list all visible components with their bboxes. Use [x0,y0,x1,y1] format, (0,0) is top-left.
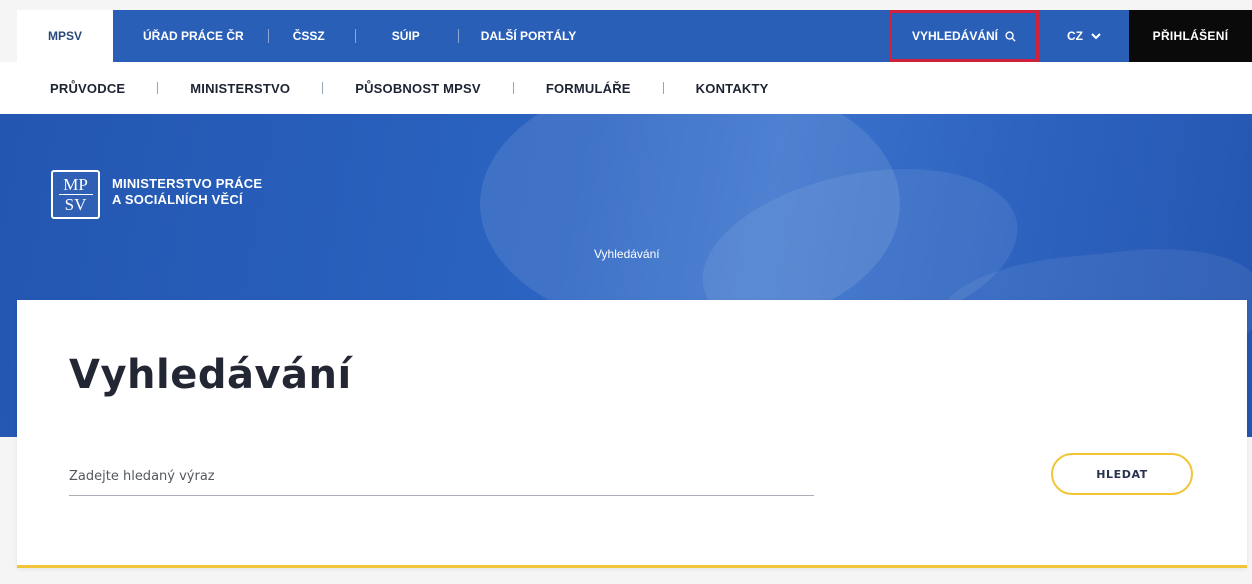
portal-cssz[interactable]: ČSSZ [269,10,355,62]
portal-urad-prace[interactable]: ÚŘAD PRÁCE ČR [113,10,268,62]
search-input[interactable] [69,458,814,496]
logo-mark: MP SV [51,170,100,219]
chevron-down-icon [1091,32,1101,39]
logo-text: MINISTERSTVO PRÁCE A SOCIÁLNÍCH VĚCÍ [112,176,262,208]
language-label: CZ [1067,29,1083,43]
portal-bar: MPSV ÚŘAD PRÁCE ČR ČSSZ SÚIP DALŠÍ PORTÁ… [17,10,1252,62]
topbar-right: VYHLEDÁVÁNÍ CZ PŘIHLÁŠENÍ [889,10,1252,62]
nav-item-ministerstvo[interactable]: MINISTERSTVO [190,81,290,96]
main-nav: PRŮVODCE MINISTERSTVO PŮSOBNOST MPSV FOR… [0,62,1252,114]
portal-mpsv[interactable]: MPSV [17,10,114,62]
portal-dalsi-portaly[interactable]: DALŠÍ PORTÁLY [459,10,577,62]
language-selector[interactable]: CZ [1039,10,1129,62]
nav-separator [322,82,324,94]
logo-mark-top: MP [63,175,88,194]
search-card: Vyhledávání HLEDAT [17,300,1247,568]
logo-line-2: A SOCIÁLNÍCH VĚCÍ [112,192,243,207]
login-button[interactable]: PŘIHLÁŠENÍ [1129,10,1252,62]
page-title: Vyhledávání [69,352,352,398]
search-icon [1005,30,1016,42]
search-toggle-button[interactable]: VYHLEDÁVÁNÍ [889,10,1039,62]
search-toggle-label: VYHLEDÁVÁNÍ [911,29,998,43]
mpsv-logo[interactable]: MP SV MINISTERSTVO PRÁCE A SOCIÁLNÍCH VĚ… [51,170,262,219]
nav-separator [157,82,159,94]
nav-separator [512,82,514,94]
logo-line-1: MINISTERSTVO PRÁCE [112,176,263,191]
nav-item-pusobnost-mpsv[interactable]: PŮSOBNOST MPSV [355,81,481,96]
nav-item-formulare[interactable]: FORMULÁŘE [546,81,631,96]
logo-mark-bottom: SV [64,195,87,214]
nav-item-kontakty[interactable]: KONTAKTY [696,81,769,96]
search-submit-button[interactable]: HLEDAT [1051,453,1193,495]
nav-separator [662,82,664,94]
breadcrumb: Vyhledávání [594,247,660,261]
nav-item-pruvodce[interactable]: PRŮVODCE [50,81,125,96]
portal-suip[interactable]: SÚIP [356,10,458,62]
